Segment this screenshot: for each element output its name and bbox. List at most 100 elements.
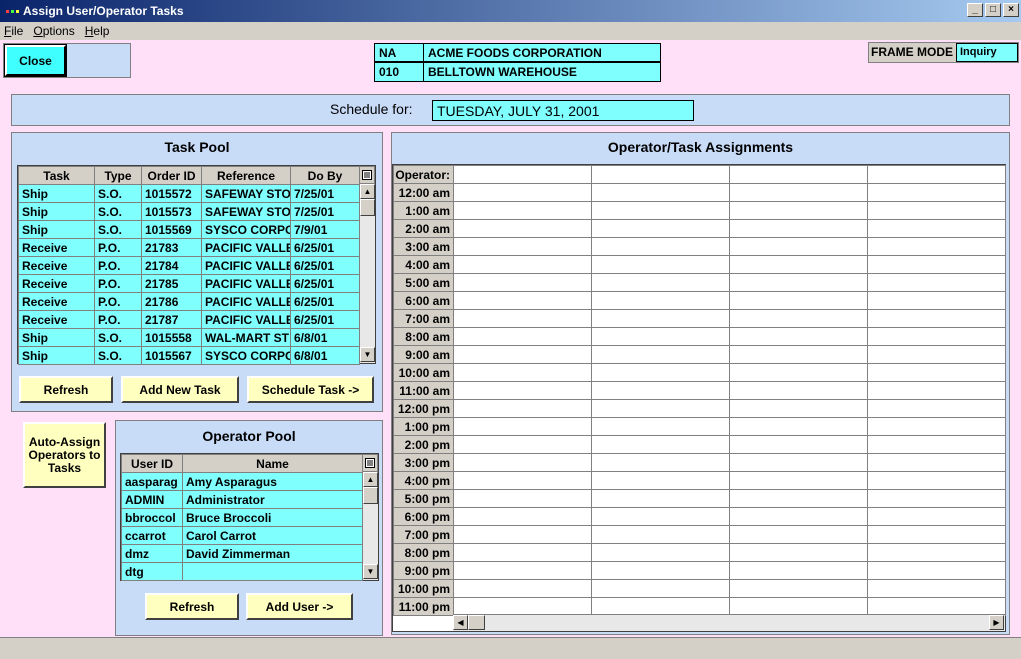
assignment-cell[interactable]	[867, 579, 1006, 598]
assignment-cell[interactable]	[453, 399, 592, 418]
maximize-button[interactable]: □	[985, 3, 1001, 17]
assignment-cell[interactable]	[867, 273, 1006, 292]
task-col-header[interactable]: Task	[18, 166, 95, 185]
assignment-cell[interactable]	[591, 399, 730, 418]
assignment-cell[interactable]	[591, 525, 730, 544]
assignment-cell[interactable]	[453, 201, 592, 220]
add-user-button[interactable]: Add User ->	[246, 593, 353, 620]
scroll-left-icon[interactable]: ◀	[453, 615, 468, 630]
assignment-cell[interactable]	[591, 309, 730, 328]
assignment-cell[interactable]	[453, 291, 592, 310]
menu-help[interactable]: Help	[85, 24, 110, 38]
assignment-cell[interactable]	[453, 327, 592, 346]
assignment-cell[interactable]	[729, 291, 868, 310]
assignment-cell[interactable]	[729, 525, 868, 544]
assignment-cell[interactable]	[729, 183, 868, 202]
assignment-cell[interactable]	[591, 381, 730, 400]
close-button[interactable]: Close	[4, 44, 67, 77]
minimize-button[interactable]: _	[967, 3, 983, 17]
table-row[interactable]: ADMIN Administrator	[121, 490, 363, 509]
assignment-cell[interactable]	[591, 471, 730, 490]
assignment-cell[interactable]	[867, 345, 1006, 364]
assignment-cell[interactable]	[729, 507, 868, 526]
scroll-down-icon[interactable]: ▼	[360, 347, 375, 362]
do-by-col-header[interactable]: Do By	[290, 166, 360, 185]
assignment-cell[interactable]	[729, 381, 868, 400]
assignment-cell[interactable]	[591, 219, 730, 238]
assignment-cell[interactable]	[729, 417, 868, 436]
table-row[interactable]: ccarrot Carol Carrot	[121, 526, 363, 545]
assignment-cell[interactable]	[729, 435, 868, 454]
auto-assign-button[interactable]: Auto-Assign Operators to Tasks	[23, 422, 106, 488]
assignment-cell[interactable]	[591, 417, 730, 436]
assignment-cell[interactable]	[453, 543, 592, 562]
assignment-cell[interactable]	[867, 363, 1006, 382]
table-row[interactable]: Ship S.O. 1015572 SAFEWAY STO 7/25/01	[18, 184, 360, 203]
assignment-cell[interactable]	[867, 417, 1006, 436]
assignment-cell[interactable]	[729, 201, 868, 220]
assignment-cell[interactable]	[867, 201, 1006, 220]
column-chooser-icon[interactable]	[362, 454, 378, 472]
assignment-cell[interactable]	[453, 579, 592, 598]
schedule-date-field[interactable]: TUESDAY, JULY 31, 2001	[432, 100, 694, 121]
assignment-cell[interactable]	[729, 309, 868, 328]
assignment-cell[interactable]	[729, 237, 868, 256]
operator-slot[interactable]	[591, 165, 730, 184]
assignment-cell[interactable]	[453, 381, 592, 400]
reference-col-header[interactable]: Reference	[201, 166, 291, 185]
assignment-cell[interactable]	[591, 237, 730, 256]
assignment-cell[interactable]	[729, 471, 868, 490]
assignment-cell[interactable]	[453, 363, 592, 382]
scroll-thumb[interactable]	[468, 615, 485, 630]
assignment-cell[interactable]	[729, 345, 868, 364]
assignment-cell[interactable]	[453, 471, 592, 490]
schedule-task-button[interactable]: Schedule Task ->	[247, 376, 374, 403]
assignment-cell[interactable]	[591, 327, 730, 346]
assignments-hscrollbar[interactable]: ◀ ▶	[453, 614, 1005, 631]
assignment-cell[interactable]	[453, 435, 592, 454]
assignment-cell[interactable]	[591, 255, 730, 274]
assignment-cell[interactable]	[591, 543, 730, 562]
assignment-cell[interactable]	[453, 309, 592, 328]
assignment-cell[interactable]	[729, 453, 868, 472]
assignment-cell[interactable]	[867, 309, 1006, 328]
assignment-cell[interactable]	[729, 579, 868, 598]
table-row[interactable]: Receive P.O. 21783 PACIFIC VALLE 6/25/01	[18, 238, 360, 257]
assignment-cell[interactable]	[453, 489, 592, 508]
assignment-cell[interactable]	[867, 219, 1006, 238]
menu-file[interactable]: File	[4, 24, 23, 38]
assignment-cell[interactable]	[591, 201, 730, 220]
assignment-cell[interactable]	[729, 489, 868, 508]
table-row[interactable]: Ship S.O. 1015573 SAFEWAY STO 7/25/01	[18, 202, 360, 221]
assignment-cell[interactable]	[453, 417, 592, 436]
assignment-cell[interactable]	[453, 597, 592, 616]
close-window-button[interactable]: ×	[1003, 3, 1019, 17]
assignment-cell[interactable]	[867, 327, 1006, 346]
task-refresh-button[interactable]: Refresh	[19, 376, 113, 403]
assignment-cell[interactable]	[591, 345, 730, 364]
assignment-cell[interactable]	[729, 399, 868, 418]
assignment-cell[interactable]	[867, 399, 1006, 418]
assignment-cell[interactable]	[729, 543, 868, 562]
user-id-col-header[interactable]: User ID	[121, 454, 183, 473]
operator-slot[interactable]	[729, 165, 868, 184]
scroll-up-icon[interactable]: ▲	[363, 472, 378, 487]
assignment-cell[interactable]	[591, 453, 730, 472]
name-col-header[interactable]: Name	[182, 454, 363, 473]
assignment-cell[interactable]	[729, 219, 868, 238]
assignment-cell[interactable]	[867, 255, 1006, 274]
table-row[interactable]: Ship S.O. 1015569 SYSCO CORPO 7/9/01	[18, 220, 360, 239]
assignment-cell[interactable]	[729, 273, 868, 292]
table-row[interactable]: Ship S.O. 1015558 WAL-MART ST 6/8/01	[18, 328, 360, 347]
assignment-cell[interactable]	[867, 489, 1006, 508]
assignment-cell[interactable]	[867, 507, 1006, 526]
assignment-cell[interactable]	[867, 435, 1006, 454]
assignment-cell[interactable]	[867, 471, 1006, 490]
assignment-cell[interactable]	[729, 255, 868, 274]
assignment-cell[interactable]	[591, 561, 730, 580]
assignment-cell[interactable]	[729, 597, 868, 616]
assignment-cell[interactable]	[729, 363, 868, 382]
table-row[interactable]: Receive P.O. 21785 PACIFIC VALLE 6/25/01	[18, 274, 360, 293]
scroll-thumb[interactable]	[363, 487, 378, 504]
assignment-cell[interactable]	[867, 453, 1006, 472]
